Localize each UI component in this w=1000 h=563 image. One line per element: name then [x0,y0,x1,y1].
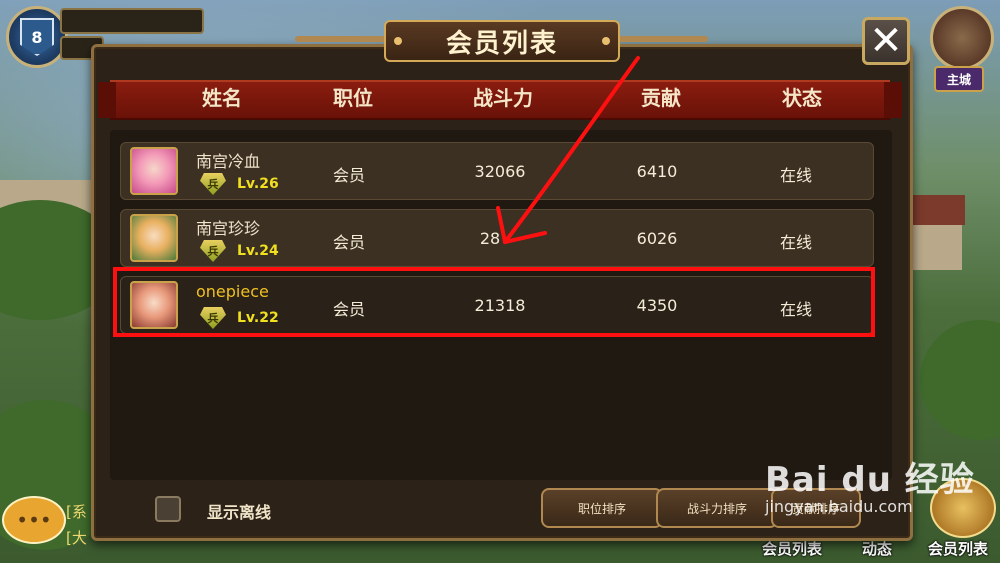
member-name: 南宫珍珍 [196,219,261,238]
member-level: Lv.26 [237,176,279,192]
member-position: 会员 [332,166,365,185]
member-level: Lv.24 [237,243,279,259]
chat-bubble-icon: ••• [16,508,52,532]
member-contribution: 6410 [636,162,678,181]
castle-icon[interactable] [930,6,994,70]
shield-icon: 8 [20,18,54,56]
member-avatar [130,214,178,262]
baidu-watermark: Bai du 经验 jingyan.baidu.com [765,452,975,516]
chat-line: [大 [66,529,87,547]
hud-label: 会员列表 [762,540,823,558]
highlight-box [113,267,875,337]
member-name: 南宫冷血 [196,152,261,171]
hud-label: 动态 [862,540,893,558]
player-level-badge[interactable]: 8 [6,6,68,68]
banner-tail [98,82,116,118]
player-name-bar [60,8,204,34]
dialog-title: 会员列表 [384,20,620,62]
title-ornament [295,36,387,42]
column-header-status: 状态 [782,86,822,110]
sort-by-position-button[interactable]: 职位排序 [541,488,663,528]
column-header-contribution: 贡献 [641,86,681,110]
column-header-power: 战斗力 [473,86,533,110]
background-house [912,225,962,270]
castle-label[interactable]: 主城 [934,66,984,92]
show-offline-label: 显示离线 [207,503,272,522]
player-level: 8 [31,27,43,47]
watermark-brand: Bai du 经验 [765,460,975,500]
close-button[interactable]: ✕ [862,17,910,65]
title-rivet [602,37,610,45]
background-tree [920,320,1000,440]
close-icon: ✕ [869,18,903,64]
dialog-title-text: 会员列表 [445,28,558,59]
chat-button[interactable]: ••• [2,496,66,544]
banner-tail [884,82,902,118]
title-ornament [616,36,708,42]
member-power: 28 [479,229,501,248]
rank-glyph: 兵 [207,245,219,258]
hud-label: 会员列表 [928,540,989,558]
column-header-name: 姓名 [202,86,242,110]
show-offline-checkbox[interactable] [155,496,181,522]
title-rivet [394,37,402,45]
member-power: 32066 [474,162,526,181]
member-status: 在线 [779,233,812,252]
column-header-position: 职位 [333,86,373,110]
rank-glyph: 兵 [207,178,219,191]
member-avatar [130,147,178,195]
member-contribution: 6026 [636,229,678,248]
background-house [905,195,965,225]
member-status: 在线 [779,166,812,185]
chat-line: [系 [66,503,87,521]
sort-by-power-button[interactable]: 战斗力排序 [656,488,778,528]
member-position: 会员 [332,233,365,252]
